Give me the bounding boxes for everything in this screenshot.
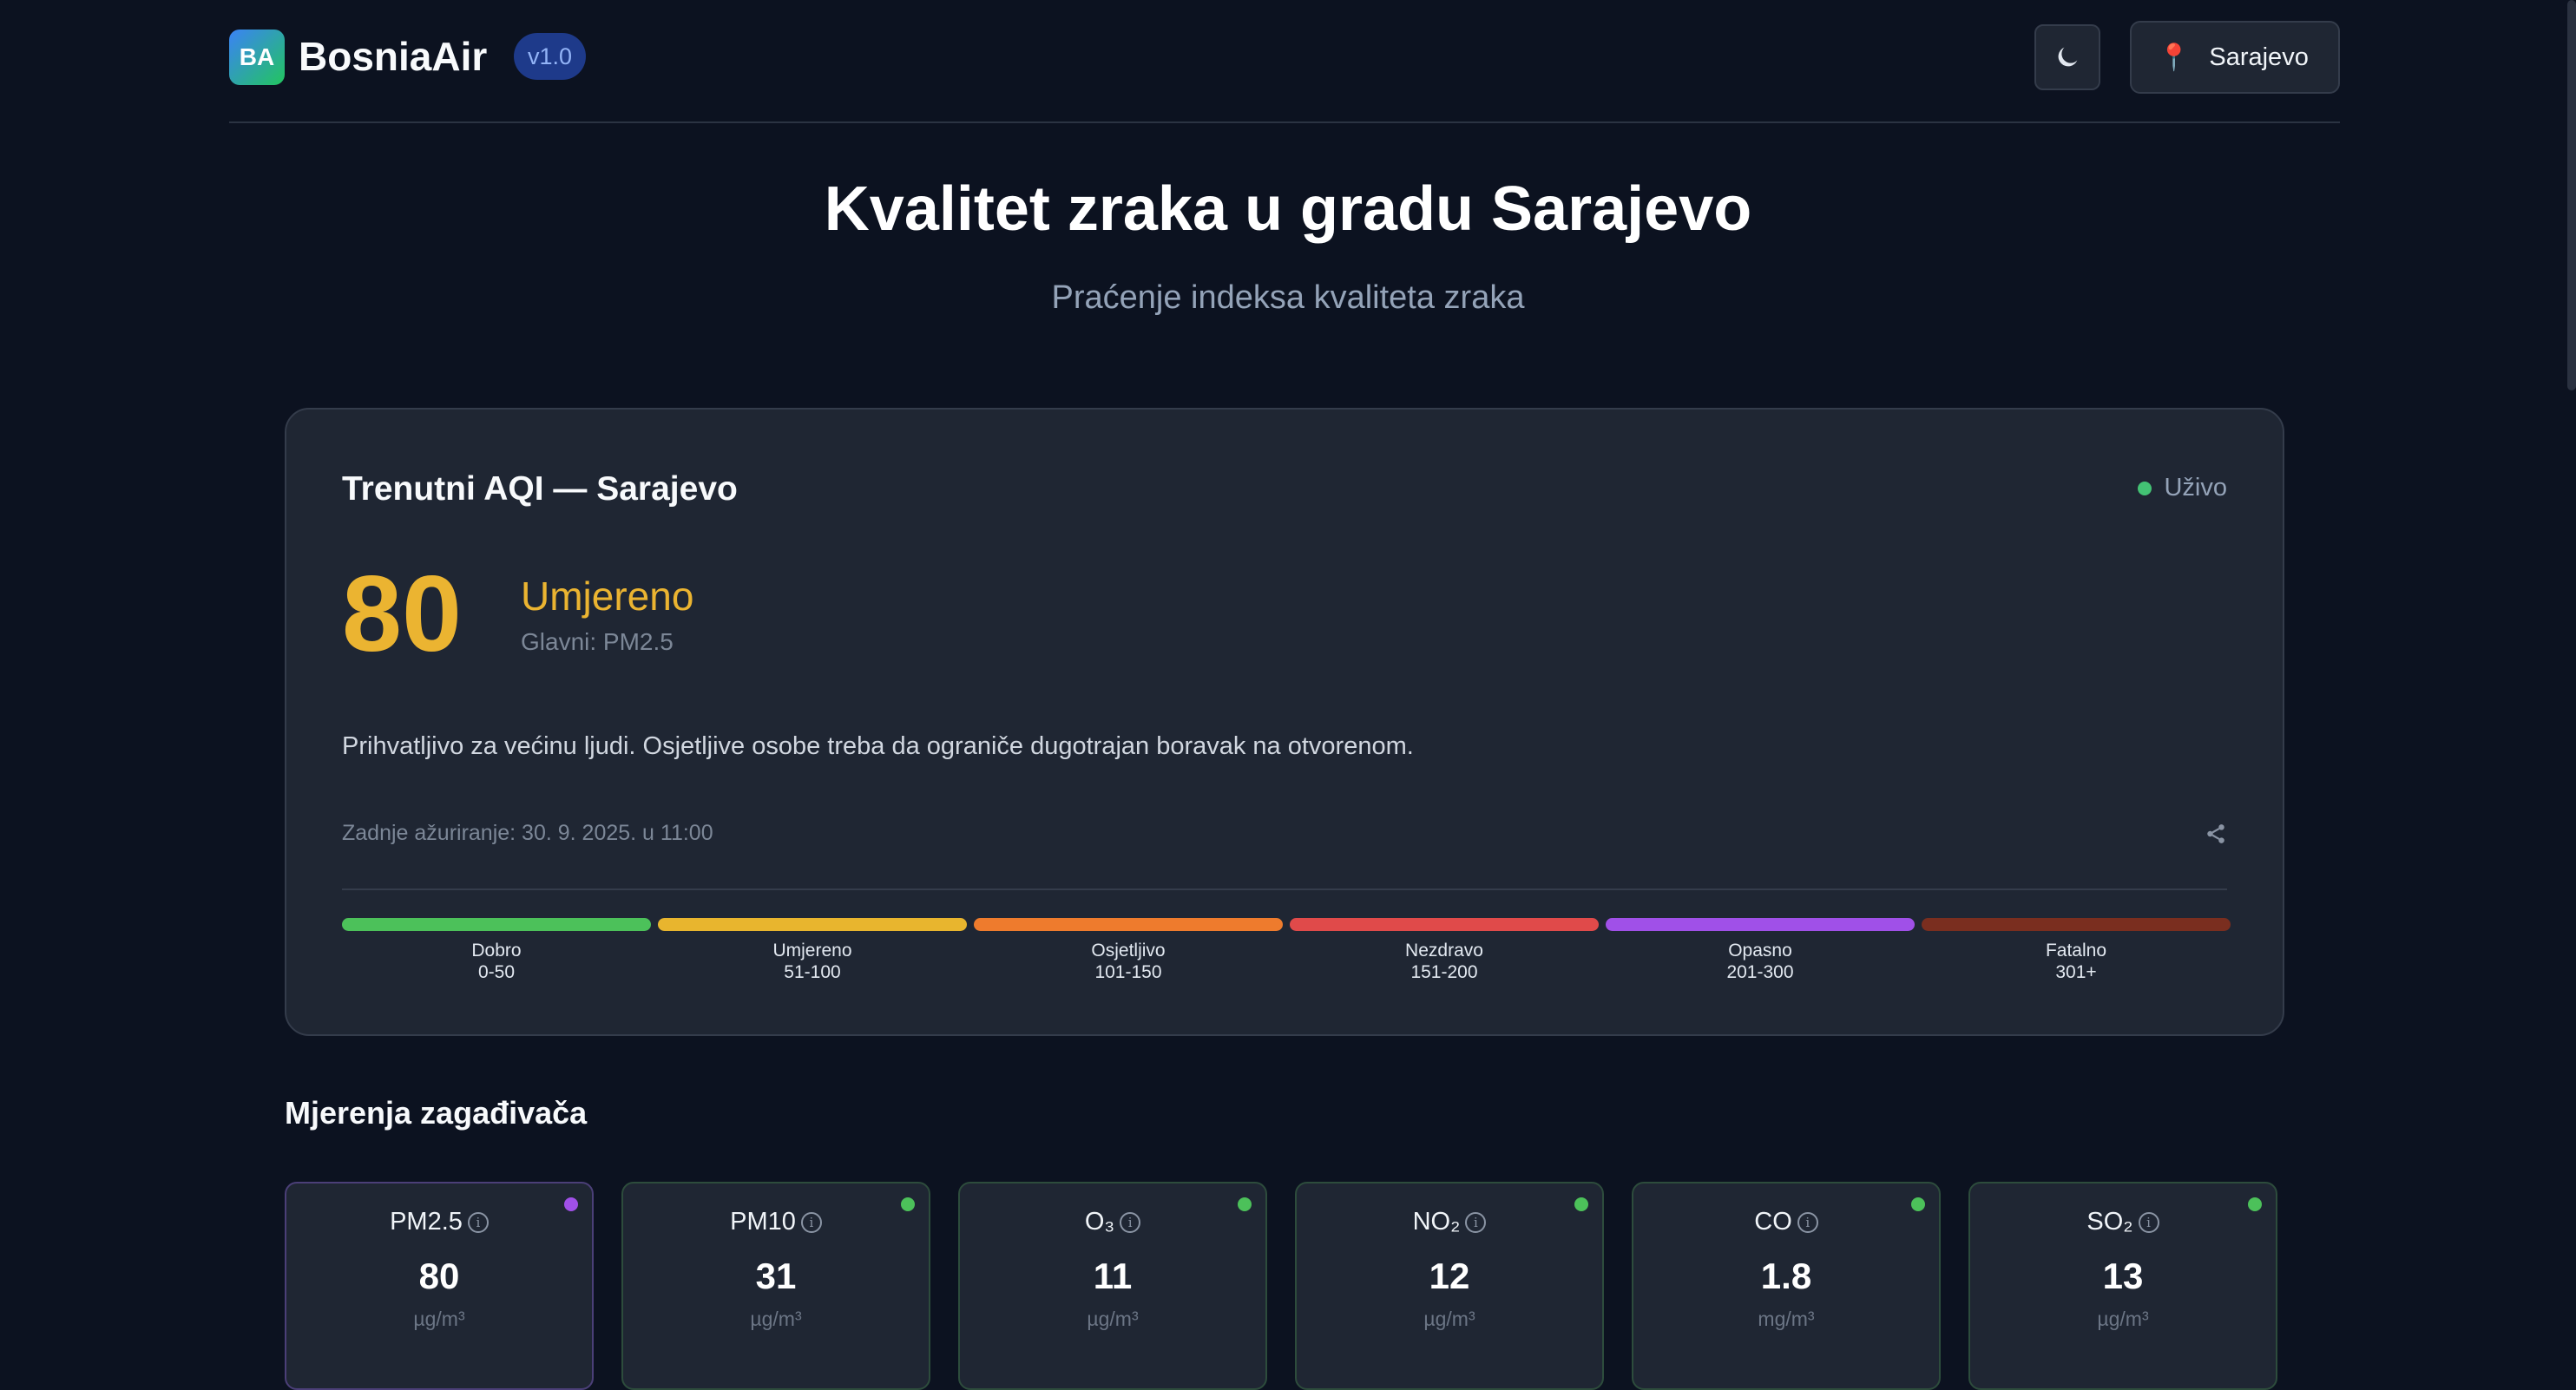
scale-label: Fatalno xyxy=(2045,941,2107,961)
scale-label: Opasno xyxy=(1728,941,1792,961)
aqi-category: Umjereno xyxy=(521,574,694,619)
pollutant-card-pm10[interactable]: PM10 i 31 µg/m³ xyxy=(621,1182,930,1390)
pollutant-name: PM10 xyxy=(730,1208,796,1236)
pollutant-value: 80 xyxy=(418,1256,460,1296)
status-dot-icon xyxy=(1574,1197,1588,1211)
scale-bar xyxy=(1290,918,1599,931)
pollutant-card-o3[interactable]: O₃ i 11 µg/m³ xyxy=(958,1182,1267,1390)
scale-segment-fatal: Fatalno 301+ xyxy=(1922,918,2231,983)
aqi-main-pollutant: Glavni: PM2.5 xyxy=(521,628,674,655)
info-icon[interactable]: i xyxy=(467,1212,489,1233)
aqi-scale: Dobro 0-50 Umjereno 51-100 Osjetljivo 10… xyxy=(342,918,2231,983)
info-icon[interactable]: i xyxy=(1465,1212,1487,1233)
pollutant-value: 12 xyxy=(1429,1256,1470,1296)
page-subtitle: Praćenje indeksa kvaliteta zraka xyxy=(1051,279,1525,316)
scale-segment-unhealthy: Nezdravo 151-200 xyxy=(1290,918,1599,983)
scale-segment-moderate: Umjereno 51-100 xyxy=(658,918,967,983)
scale-range: 301+ xyxy=(2055,962,2097,983)
last-update-timestamp: Zadnje ažuriranje: 30. 9. 2025. u 11:00 xyxy=(342,821,713,845)
scale-segment-hazardous: Opasno 201-300 xyxy=(1606,918,1915,983)
scale-label: Umjereno xyxy=(772,941,852,961)
pollutant-name-row: SO₂ i xyxy=(1970,1208,2276,1236)
pollutant-unit: µg/m³ xyxy=(413,1308,465,1330)
pollutants-grid: PM2.5 i 80 µg/m³ PM10 i 31 µg/m³ O₃ i 11 µg… xyxy=(285,1182,2284,1390)
map-pin-icon: 📍 xyxy=(2158,43,2191,72)
scale-range: 151-200 xyxy=(1410,962,1478,983)
pollutant-unit: mg/m³ xyxy=(1758,1308,1815,1330)
pollutant-name: CO xyxy=(1754,1208,1792,1236)
pollutant-name: NO₂ xyxy=(1412,1208,1461,1236)
scale-segment-good: Dobro 0-50 xyxy=(342,918,651,983)
pollutant-card-pm25[interactable]: PM2.5 i 80 µg/m³ xyxy=(285,1182,594,1390)
scale-range: 51-100 xyxy=(784,962,841,983)
scale-label: Dobro xyxy=(471,941,522,961)
pollutant-name-row: PM10 i xyxy=(623,1208,929,1236)
moon-icon xyxy=(2058,47,2078,67)
status-dot-icon xyxy=(564,1197,578,1211)
status-dot-icon xyxy=(901,1197,915,1211)
status-dot-icon xyxy=(2248,1197,2262,1211)
info-icon[interactable]: i xyxy=(1120,1212,1141,1233)
page-title: Kvalitet zraka u gradu Sarajevo xyxy=(824,174,1752,244)
pollutant-unit: µg/m³ xyxy=(1423,1308,1475,1330)
pollutant-name-row: CO i xyxy=(1633,1208,1939,1236)
scale-bar xyxy=(974,918,1283,931)
info-icon[interactable]: i xyxy=(2138,1212,2159,1233)
pollutant-unit: µg/m³ xyxy=(1087,1308,1139,1330)
location-label: Sarajevo xyxy=(2209,43,2309,71)
top-header: BA BosniaAir v1.0 📍 Sarajevo xyxy=(229,0,2340,123)
scale-bar xyxy=(658,918,967,931)
pollutant-value: 13 xyxy=(2102,1256,2144,1296)
live-indicator: Uživo xyxy=(2138,474,2227,502)
scale-range: 0-50 xyxy=(477,962,516,983)
live-dot-icon xyxy=(2138,481,2152,495)
info-icon[interactable]: i xyxy=(800,1212,822,1233)
pollutant-unit: µg/m³ xyxy=(750,1308,802,1330)
version-badge: v1.0 xyxy=(514,33,587,80)
aqi-value: 80 xyxy=(342,554,462,674)
scale-label: Osjetljivo xyxy=(1091,941,1166,961)
scale-range: 201-300 xyxy=(1726,962,1794,983)
app-name[interactable]: BosniaAir xyxy=(299,33,487,80)
pollutant-name: PM2.5 xyxy=(390,1208,463,1236)
aqi-description: Prihvatljivo za većinu ljudi. Osjetljive… xyxy=(342,732,1414,760)
share-icon[interactable] xyxy=(2205,823,2227,845)
pollutant-card-no2[interactable]: NO₂ i 12 µg/m³ xyxy=(1295,1182,1604,1390)
pollutant-name-row: PM2.5 i xyxy=(286,1208,592,1236)
pollutant-name-row: NO₂ i xyxy=(1297,1208,1602,1236)
scale-range: 101-150 xyxy=(1094,962,1162,983)
scale-label: Nezdravo xyxy=(1405,941,1483,961)
location-select-button[interactable]: 📍 Sarajevo xyxy=(2130,21,2340,94)
current-aqi-card: Trenutni AQI — Sarajevo Uživo 80 Umjeren… xyxy=(285,408,2284,1036)
scale-segment-sensitive: Osjetljivo 101-150 xyxy=(974,918,1283,983)
pollutant-card-so2[interactable]: SO₂ i 13 µg/m³ xyxy=(1968,1182,2277,1390)
live-label: Uživo xyxy=(2164,474,2227,502)
pollutant-name: SO₂ xyxy=(2086,1208,2133,1236)
pollutant-unit: µg/m³ xyxy=(2097,1308,2149,1330)
aqi-card-title: Trenutni AQI — Sarajevo xyxy=(342,470,738,508)
scale-bar xyxy=(342,918,651,931)
theme-toggle-button[interactable] xyxy=(2034,24,2100,90)
pollutant-value: 11 xyxy=(1093,1256,1133,1296)
pollutant-value: 31 xyxy=(755,1256,797,1296)
status-dot-icon xyxy=(1238,1197,1252,1211)
status-dot-icon xyxy=(1911,1197,1925,1211)
card-divider xyxy=(342,888,2227,890)
scale-bar xyxy=(1606,918,1915,931)
pollutants-section-title: Mjerenja zagađivača xyxy=(285,1095,588,1131)
pollutant-card-co[interactable]: CO i 1.8 mg/m³ xyxy=(1632,1182,1941,1390)
scale-bar xyxy=(1922,918,2231,931)
pollutant-name: O₃ xyxy=(1084,1208,1115,1236)
app-logo[interactable]: BA xyxy=(229,30,285,85)
pollutant-name-row: O₃ i xyxy=(960,1208,1265,1236)
info-icon[interactable]: i xyxy=(1797,1212,1818,1233)
pollutant-value: 1.8 xyxy=(1760,1256,1812,1296)
